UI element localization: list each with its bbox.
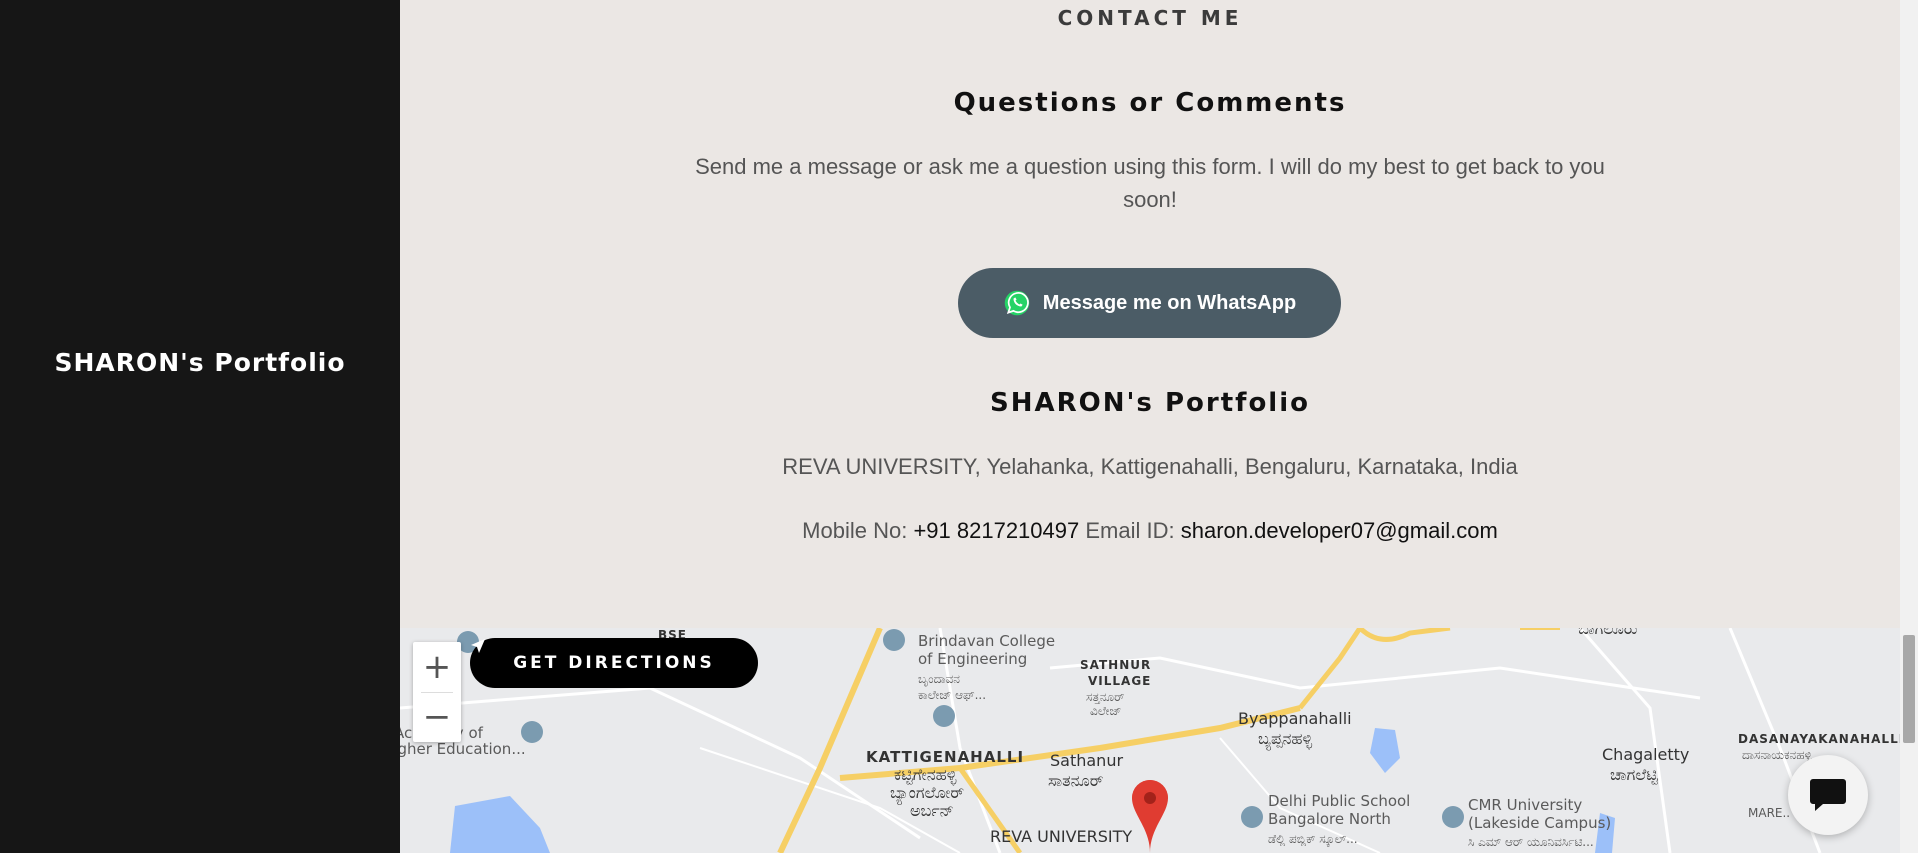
contact-description: Send me a message or ask me a question u… — [695, 154, 1605, 212]
site-brand[interactable]: SHARON's Portfolio — [0, 348, 400, 377]
map-label-brindavan-2: of Engineering — [918, 650, 1028, 668]
get-directions-button[interactable]: GET DIRECTIONS — [470, 638, 758, 688]
contact-info-line: Mobile No: +91 8217210497 Email ID: shar… — [400, 518, 1900, 544]
mobile-label: Mobile No: — [802, 518, 908, 543]
sidebar: SHARON's Portfolio — [0, 0, 400, 853]
map-label-dps: Delhi Public School — [1268, 792, 1411, 810]
zoom-out-button[interactable]: − — [413, 692, 461, 742]
map-label-dps-kn: ಡೆಲ್ಲಿ ಪಬ್ಲಿಕ್ ಸ್ಕೂಲ್... — [1268, 832, 1358, 846]
chat-bubble-icon — [1810, 779, 1846, 811]
map-label-kattigenahalli-kn-2: ಬ್ಯಾಂಗಲೋರ್ — [890, 783, 965, 802]
map-label-kattigenahalli-kn-3: ಅರ್ಬನ್ — [910, 801, 954, 820]
whatsapp-button[interactable]: Message me on WhatsApp — [958, 268, 1341, 338]
map-label-cmr-kn: ಸಿ ಎಮ್ ಆರ್ ಯೂನಿವರ್ಸಿಟಿ... — [1468, 835, 1594, 849]
navigation-arrow-icon — [471, 639, 485, 653]
map-pin-icon — [1132, 780, 1168, 853]
page-scrollbar[interactable] — [1900, 0, 1918, 853]
map-label-sathanur-kn: ಸಾತನೂರ್ — [1048, 771, 1104, 790]
map-label-chagaletty: Chagaletty — [1602, 745, 1690, 764]
contact-section: CONTACT ME Questions or Comments Send me… — [400, 0, 1900, 628]
map-label-maren: MARE.. — [1748, 806, 1791, 820]
mobile-number-link[interactable]: +91 8217210497 — [913, 518, 1079, 543]
map-label-kattigenahalli-kn: ಕಟ್ಟಿಗೇನಹಳ್ಳಿ — [894, 765, 957, 784]
chat-button[interactable] — [1788, 755, 1868, 835]
map-label-cmr-2: (Lakeside Campus) — [1468, 814, 1612, 832]
zoom-in-button[interactable]: + — [413, 642, 461, 692]
location-map[interactable]: BSE Brindavan College of Engineering ಬೃಂ… — [400, 628, 1900, 853]
map-label-dasanayakanahalli-kn: ದಾಸನಾಯಕನಹಳ್ಳಿ — [1742, 748, 1812, 762]
email-link[interactable]: sharon.developer07@gmail.com — [1181, 518, 1498, 543]
get-directions-label: GET DIRECTIONS — [513, 653, 715, 673]
map-label-reva-university: REVA UNIVERSITY — [990, 827, 1133, 846]
whatsapp-button-label: Message me on WhatsApp — [1042, 291, 1297, 314]
map-label-brindavan: Brindavan College — [918, 632, 1056, 650]
map-label-sathnur-village-kn-2: ವಿಲೇಜ್ — [1090, 704, 1122, 718]
business-name: SHARON's Portfolio — [989, 388, 1310, 418]
map-label-dps-2: Bangalore North — [1268, 810, 1391, 828]
email-label: Email ID: — [1085, 518, 1175, 543]
map-label-byappanahalli: Byappanahalli — [1238, 709, 1352, 728]
map-label-cmr: CMR University — [1468, 796, 1583, 814]
business-address: REVA UNIVERSITY, Yelahanka, Kattigenahal… — [782, 454, 1518, 479]
section-label: CONTACT ME — [1057, 6, 1243, 30]
map-label-kattigenahalli: KATTIGENAHALLI — [866, 748, 1025, 766]
map-label-bagaluru: ಬಾಗಲೂರು — [1578, 628, 1638, 638]
map-label-brindavan-kn-2: ಕಾಲೇಜ್ ಆಫ್... — [918, 688, 987, 702]
map-label-byappanahalli-kn: ಬ್ಯಪ್ಪನಹಳ್ಳಿ — [1258, 729, 1313, 748]
whatsapp-icon — [1004, 290, 1030, 316]
map-label-academy-2: Higher Education... — [400, 740, 526, 758]
zoom-divider — [421, 692, 453, 693]
map-label-chagaletty-kn: ಚಾಗಲೆಟ್ಟಿ — [1610, 765, 1658, 784]
contact-heading: Questions or Comments — [953, 88, 1347, 118]
map-label-sathanur: Sathanur — [1050, 751, 1124, 770]
scrollbar-thumb[interactable] — [1903, 635, 1915, 743]
map-zoom-control: + − — [413, 642, 461, 742]
